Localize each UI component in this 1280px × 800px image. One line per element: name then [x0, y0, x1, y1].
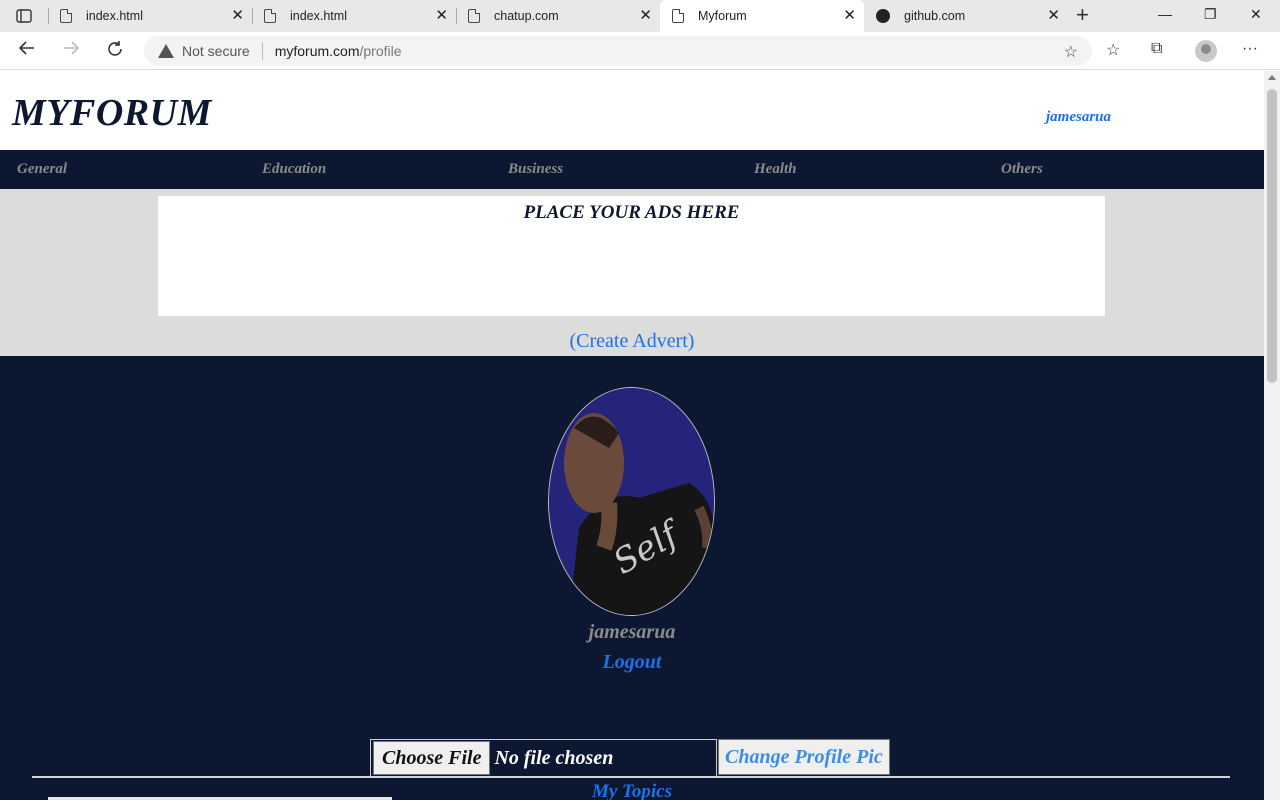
document-icon	[468, 9, 480, 23]
choose-file-button[interactable]: Choose File	[373, 741, 491, 775]
more-menu-icon[interactable]: ···	[1242, 40, 1258, 58]
scrollbar-thumb[interactable]	[1267, 89, 1277, 383]
ad-title: PLACE YOUR ADS HERE	[523, 202, 740, 223]
reload-icon[interactable]	[106, 40, 124, 62]
document-icon	[60, 9, 72, 23]
document-icon	[672, 9, 684, 23]
profile-section: Self jamesarua Logout Choose File No fil…	[0, 356, 1264, 800]
tab-title: index.html	[290, 9, 347, 23]
tab-myforum[interactable]: Myforum ✕	[660, 0, 864, 32]
url-path: /profile	[359, 43, 402, 59]
restore-icon[interactable]: ❐	[1204, 6, 1217, 23]
ad-section: PLACE YOUR ADS HERE (Create Advert)	[0, 189, 1264, 356]
tab-chatup[interactable]: chatup.com ✕	[456, 0, 660, 32]
create-advert-link[interactable]: (Create Advert)	[0, 330, 1264, 353]
forward-icon[interactable]	[62, 40, 80, 60]
warning-icon	[158, 44, 174, 58]
new-tab-icon[interactable]: +	[1076, 4, 1089, 26]
ad-box: PLACE YOUR ADS HERE	[158, 196, 1105, 316]
security-label[interactable]: Not secure	[182, 43, 250, 59]
browser-toolbar: Not secure myforum.com/profile ☆ ☆ ⧉ ···	[0, 32, 1280, 70]
header-username-link[interactable]: jamesarua	[1046, 109, 1111, 126]
nav-business[interactable]: Business	[508, 161, 563, 178]
add-favorite-icon[interactable]: ☆	[1064, 42, 1078, 62]
close-tab-icon[interactable]: ✕	[231, 8, 244, 23]
tab-actions-icon[interactable]	[12, 6, 36, 26]
tab-index-1[interactable]: index.html ✕	[48, 0, 252, 32]
logout-link[interactable]: Logout	[0, 651, 1264, 674]
document-icon	[264, 9, 276, 23]
nav-general[interactable]: General	[17, 161, 67, 178]
close-tab-icon[interactable]: ✕	[1047, 8, 1060, 23]
scroll-up-icon[interactable]	[1268, 75, 1276, 80]
profile-avatar-icon[interactable]	[1195, 40, 1217, 62]
page-viewport: MYFORUM jamesarua General Education Busi…	[0, 71, 1264, 800]
back-icon[interactable]	[18, 40, 36, 60]
collections-icon[interactable]: ⧉	[1151, 40, 1162, 58]
tab-strip: index.html ✕ index.html ✕ chatup.com ✕ M…	[0, 0, 1280, 32]
address-bar[interactable]: Not secure myforum.com/profile ☆	[144, 36, 1092, 66]
github-icon	[876, 9, 890, 23]
close-tab-icon[interactable]: ✕	[843, 8, 856, 23]
close-tab-icon[interactable]: ✕	[639, 8, 652, 23]
tab-title: github.com	[904, 9, 966, 23]
tab-title: index.html	[86, 9, 143, 23]
change-profile-pic-button[interactable]: Change Profile Pic	[718, 739, 890, 775]
page-scrollbar[interactable]	[1264, 71, 1280, 800]
favorites-icon[interactable]: ☆	[1106, 40, 1120, 60]
nav-others[interactable]: Others	[1001, 161, 1043, 178]
tab-title: Myforum	[698, 9, 747, 23]
close-tab-icon[interactable]: ✕	[435, 8, 448, 23]
url-host: myforum.com	[274, 43, 360, 59]
category-nav: General Education Business Health Others	[0, 150, 1264, 189]
file-status: No file chosen	[494, 746, 614, 769]
tab-github[interactable]: github.com ✕	[864, 0, 1068, 32]
tab-title: chatup.com	[494, 9, 559, 23]
profile-username: jamesarua	[588, 621, 676, 643]
nav-health[interactable]: Health	[754, 161, 797, 178]
section-divider	[32, 776, 1230, 778]
minimize-icon[interactable]: —	[1158, 6, 1172, 22]
tab-index-2[interactable]: index.html ✕	[252, 0, 456, 32]
profile-photo: Self	[548, 387, 715, 616]
profile-pic-file-input[interactable]: Choose File No file chosen	[370, 739, 717, 777]
address-divider	[261, 42, 263, 60]
site-logo[interactable]: MYFORUM	[12, 91, 212, 135]
nav-education[interactable]: Education	[262, 161, 326, 178]
close-window-icon[interactable]: ✕	[1250, 6, 1262, 23]
